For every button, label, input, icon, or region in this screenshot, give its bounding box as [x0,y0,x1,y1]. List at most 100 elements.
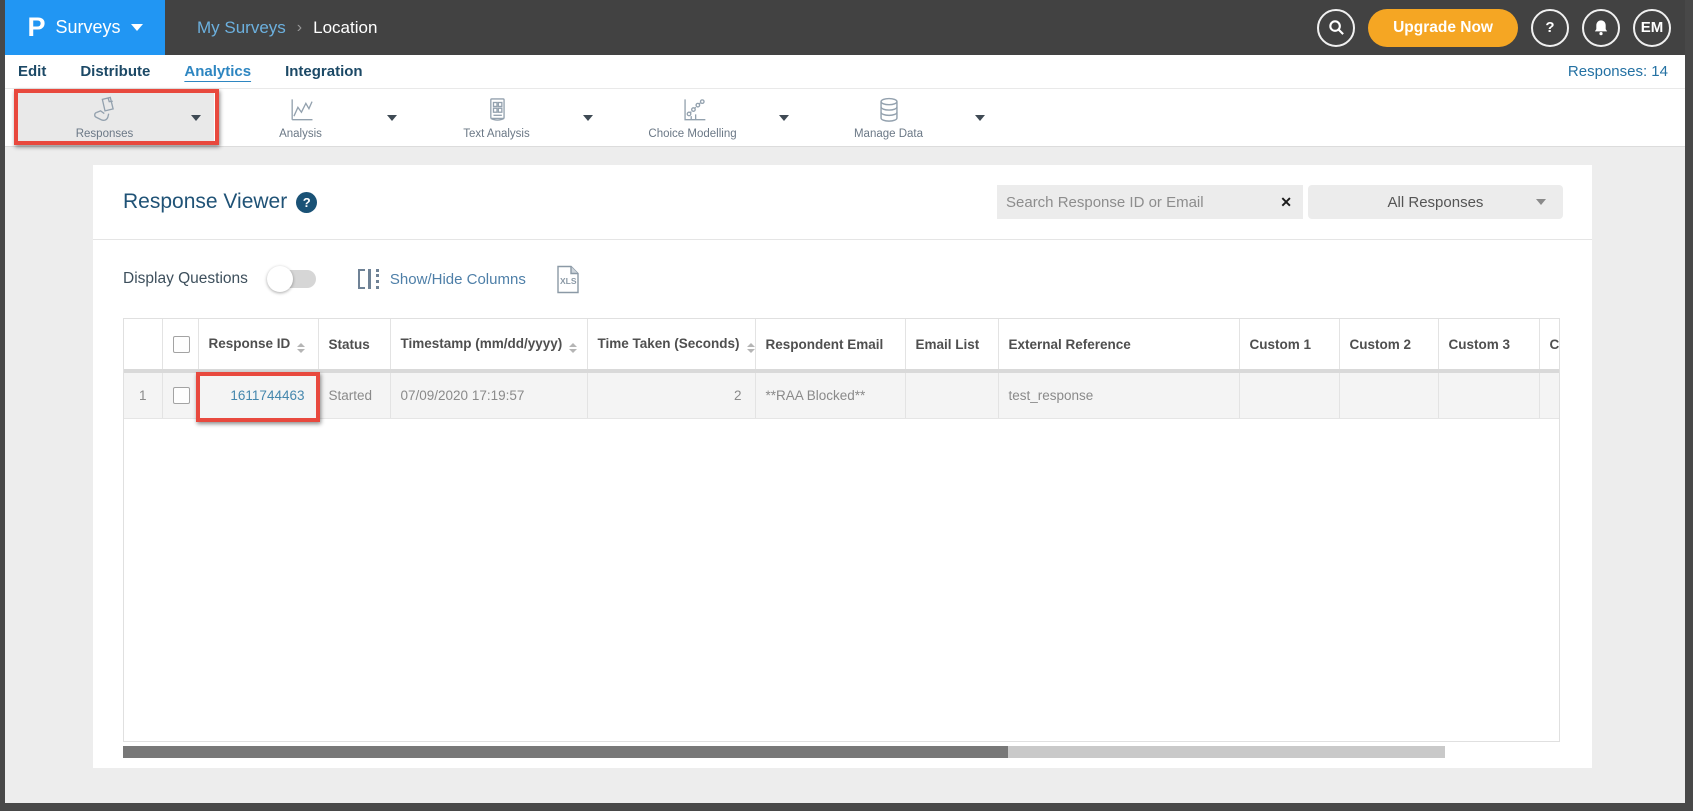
sort-icon[interactable] [297,343,305,353]
chevron-down-icon[interactable] [975,115,985,121]
help-button[interactable]: ? [1531,9,1569,47]
response-filter-dropdown[interactable]: All Responses [1308,185,1563,219]
row-checkbox[interactable] [173,387,190,404]
hand-holding-paper-icon [90,95,120,125]
breadcrumb-current-survey: Location [313,18,377,38]
toolbar-item-manage-data[interactable]: Manage Data [802,93,998,142]
col-respondent-email: Respondent Email [755,319,905,371]
col-custom-4: Custom 4 [1539,319,1560,371]
toolbar-label: Analysis [279,128,322,140]
col-custom-2: Custom 2 [1339,319,1438,371]
col-select-all [162,319,198,371]
col-status: Status [318,319,390,371]
col-response-id[interactable]: Response ID [198,319,318,371]
page-background: Response Viewer ? ✕ All Responses Displa… [5,147,1685,803]
columns-icon [358,269,379,289]
search-input[interactable] [1006,194,1274,211]
toolbar-label: Manage Data [854,128,923,140]
tab-integration[interactable]: Integration [285,63,363,80]
status-cell: Started [318,371,390,418]
external-reference-cell: test_response [998,371,1239,418]
response-search-box: ✕ [997,185,1303,219]
survey-nav: Edit Distribute Analytics Integration Re… [5,55,1685,89]
col-email-list: Email List [905,319,998,371]
col-row-number [124,319,162,371]
tab-edit[interactable]: Edit [18,63,46,80]
display-questions-label: Display Questions [123,270,248,288]
scrollbar-thumb[interactable] [123,746,1008,758]
app-window: P Surveys My Surveys › Location Upgrade … [5,0,1685,803]
select-all-checkbox[interactable] [173,336,190,353]
toggle-knob [267,266,293,292]
col-time-taken[interactable]: Time Taken (Seconds) [587,319,755,371]
chevron-down-icon[interactable] [779,115,789,121]
page-title: Response Viewer [123,190,287,214]
custom-3-cell [1438,371,1539,418]
notifications-button[interactable] [1582,9,1620,47]
line-chart-icon [286,95,316,125]
time-taken-cell: 2 [587,371,755,418]
responses-count: Responses: 14 [1568,63,1668,80]
export-xls-button[interactable]: XLS [556,265,580,294]
toolbar-item-choice-modelling[interactable]: Choice Modelling [606,93,802,142]
toolbar-label: Text Analysis [463,128,529,140]
chevron-down-icon[interactable] [387,115,397,121]
response-viewer-panel: Response Viewer ? ✕ All Responses Displa… [93,165,1592,768]
tab-analytics[interactable]: Analytics [184,63,251,80]
col-custom-3: Custom 3 [1438,319,1539,371]
top-bar-actions: Upgrade Now ? EM [1317,9,1685,47]
sort-icon[interactable] [747,343,755,353]
database-icon [874,95,904,125]
custom-4-cell [1539,371,1560,418]
table-controls-row: Display Questions Show/Hide Columns XLS [93,240,1592,318]
toolbar-label: Responses [76,128,134,140]
product-name: Surveys [55,17,120,38]
brand-logo-icon: P [27,14,45,41]
panel-header: Response Viewer ? ✕ All Responses [93,165,1592,240]
analytics-toolbar: Responses Analysis Text Analy [5,89,1685,147]
response-id-link[interactable]: 1611744463 [198,371,318,418]
search-button[interactable] [1317,9,1355,47]
table-row: 1 1611744463 Started 07/09/2020 17:19:57… [124,371,1560,418]
breadcrumb-separator-icon: › [297,19,302,37]
toolbar-item-analysis[interactable]: Analysis [214,93,410,142]
document-grid-icon [482,95,512,125]
table-header-row: Response ID Status Timestamp (mm/dd/yyyy… [124,319,1560,371]
row-select-cell [162,371,198,418]
respondent-email-cell: **RAA Blocked** [755,371,905,418]
clear-search-icon[interactable]: ✕ [1280,194,1292,211]
custom-2-cell [1339,371,1438,418]
custom-1-cell [1239,371,1339,418]
svg-text:XLS: XLS [560,276,577,286]
toolbar-label: Choice Modelling [648,128,736,140]
show-hide-columns-button[interactable]: Show/Hide Columns [358,269,526,289]
display-questions-toggle[interactable] [270,270,316,288]
scatter-chart-icon [678,95,708,125]
toolbar-item-text-analysis[interactable]: Text Analysis [410,93,606,142]
bell-icon [1592,19,1610,37]
product-switcher[interactable]: P Surveys [5,0,165,55]
timestamp-cell: 07/09/2020 17:19:57 [390,371,587,418]
search-icon [1327,18,1346,37]
col-timestamp[interactable]: Timestamp (mm/dd/yyyy) [390,319,587,371]
upgrade-now-button[interactable]: Upgrade Now [1368,9,1518,47]
help-icon[interactable]: ? [296,192,317,213]
row-number: 1 [124,371,162,418]
avatar[interactable]: EM [1633,9,1671,47]
chevron-down-icon [1536,199,1546,205]
col-custom-1: Custom 1 [1239,319,1339,371]
horizontal-scrollbar[interactable] [123,746,1560,758]
col-external-reference: External Reference [998,319,1239,371]
panel-header-controls: ✕ All Responses [997,185,1563,219]
toolbar-item-responses[interactable]: Responses [18,93,214,142]
show-hide-columns-label: Show/Hide Columns [390,271,526,288]
chevron-down-icon[interactable] [583,115,593,121]
top-bar: P Surveys My Surveys › Location Upgrade … [5,0,1685,55]
breadcrumb-my-surveys[interactable]: My Surveys [197,18,286,38]
chevron-down-icon [131,24,143,31]
responses-table-viewport: Response ID Status Timestamp (mm/dd/yyyy… [123,318,1560,742]
tab-distribute[interactable]: Distribute [80,63,150,80]
sort-icon[interactable] [569,343,577,353]
breadcrumb: My Surveys › Location [197,18,377,38]
chevron-down-icon[interactable] [191,115,201,121]
